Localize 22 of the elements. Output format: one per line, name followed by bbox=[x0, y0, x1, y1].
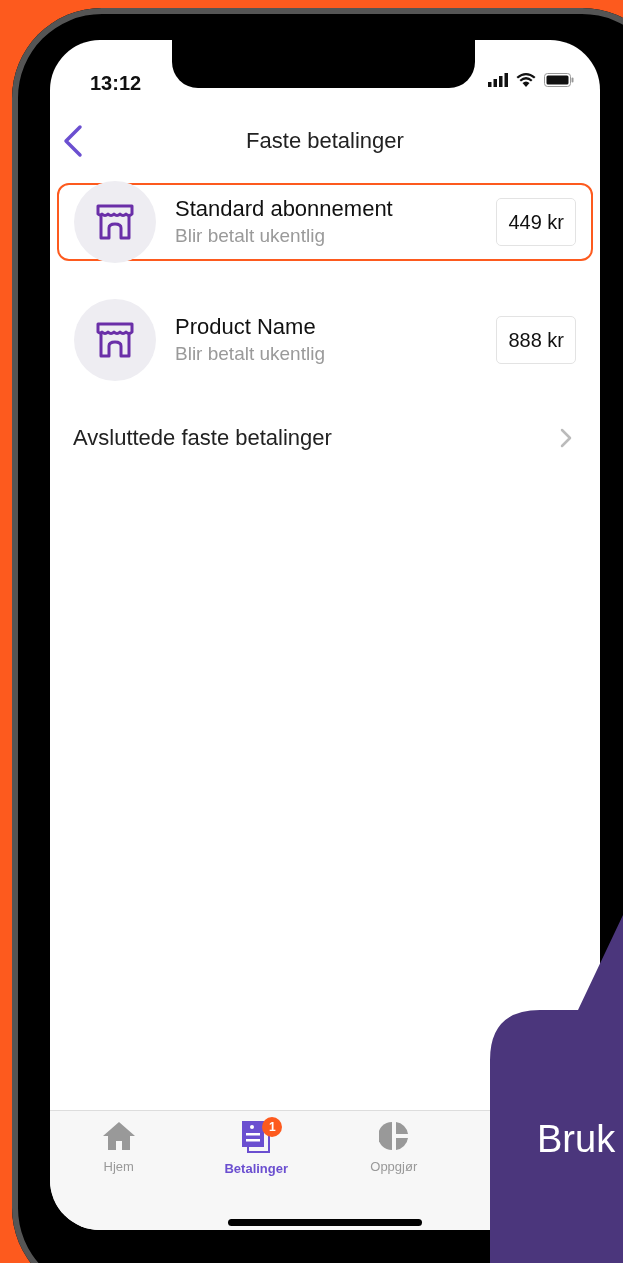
payment-frequency: Blir betalt ukentlig bbox=[175, 341, 326, 366]
amount-tag: 449 kr bbox=[496, 198, 576, 246]
status-time: 13:12 bbox=[90, 71, 142, 96]
notification-badge: 1 bbox=[262, 1117, 283, 1137]
wifi-icon bbox=[516, 72, 536, 87]
page-title: Faste betalinger bbox=[246, 126, 404, 155]
payment-row[interactable]: Product Name Blir betalt ukentlig 888 kr bbox=[57, 301, 593, 379]
callout-text: Bruk bbox=[537, 1120, 616, 1158]
store-icon bbox=[96, 322, 134, 358]
pie-chart-icon bbox=[378, 1121, 409, 1151]
chevron-right-icon bbox=[560, 427, 572, 448]
payment-name: Standard abonnement bbox=[175, 195, 394, 224]
ended-payments-link[interactable]: Avsluttede faste betalinger bbox=[50, 421, 600, 454]
payment-row[interactable]: Standard abonnement Blir betalt ukentlig 449 kr bbox=[57, 183, 593, 261]
home-icon bbox=[101, 1121, 136, 1151]
back-button[interactable] bbox=[62, 124, 84, 158]
payment-frequency: Blir betalt ukentlig bbox=[175, 223, 326, 248]
store-icon bbox=[96, 204, 134, 240]
battery-icon bbox=[544, 72, 574, 87]
payment-name: Product Name bbox=[175, 313, 317, 342]
signal-icon bbox=[488, 72, 508, 87]
amount-tag: 888 kr bbox=[496, 316, 576, 364]
